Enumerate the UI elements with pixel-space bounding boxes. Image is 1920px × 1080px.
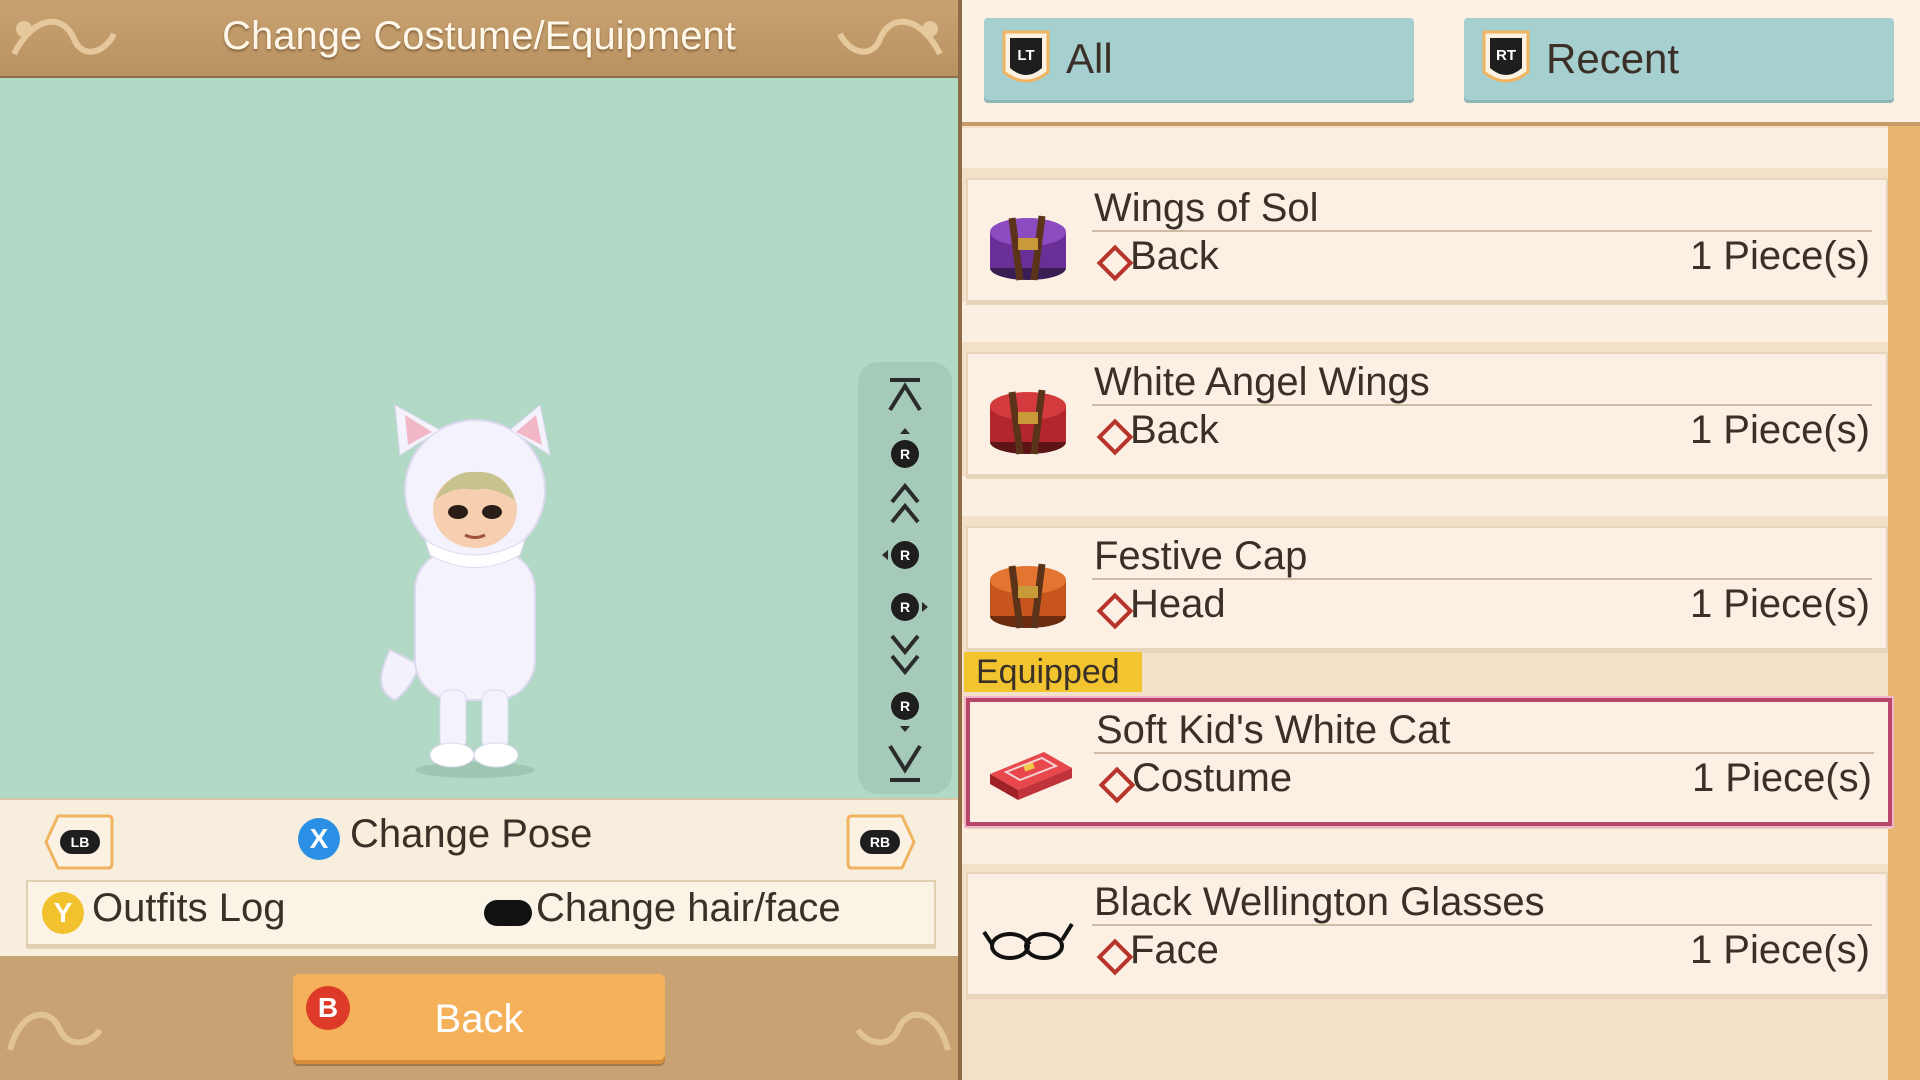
tab-recent[interactable]: RT Recent — [1464, 18, 1894, 100]
diamond-icon — [1098, 766, 1136, 804]
list-spacer — [962, 476, 1888, 516]
item-name: Festive Cap — [1094, 534, 1308, 578]
back-label: Back — [434, 997, 524, 1041]
scrollbar[interactable] — [1888, 126, 1920, 1080]
svg-text:R: R — [900, 599, 910, 615]
diamond-icon — [1096, 938, 1134, 976]
item-category: Back — [1130, 408, 1219, 452]
svg-text:R: R — [900, 547, 910, 563]
list-item-selected[interactable]: Soft Kid's White Cat Costume 1 Piece(s) — [966, 698, 1892, 826]
camera-r-up-icon[interactable]: R — [876, 428, 934, 474]
camera-r-right-icon[interactable]: R — [876, 584, 934, 630]
item-quantity: 1 Piece(s) — [1689, 582, 1870, 626]
divider — [1092, 924, 1872, 926]
item-quantity: 1 Piece(s) — [1689, 408, 1870, 452]
list-spacer — [962, 302, 1888, 342]
item-name: Wings of Sol — [1094, 186, 1319, 230]
rb-button[interactable]: RB — [846, 814, 916, 870]
ornament-icon — [855, 1011, 951, 1051]
camera-bottom-icon[interactable] — [876, 740, 934, 786]
camera-r-down-icon[interactable]: R — [876, 686, 934, 732]
tab-all-label: All — [1066, 35, 1113, 82]
ornament-icon — [7, 1011, 103, 1051]
item-category: Costume — [1132, 756, 1293, 800]
list-item[interactable]: Black Wellington Glasses Face 1 Piece(s) — [966, 872, 1888, 996]
y-button-icon: Y — [42, 892, 84, 934]
divider — [1092, 230, 1872, 232]
outfits-log-label[interactable]: Outfits Log — [92, 886, 285, 931]
equipped-badge: Equipped — [964, 652, 1142, 692]
red-box-icon — [990, 389, 1066, 455]
divider — [1092, 578, 1872, 580]
camera-zoom-out-icon[interactable] — [876, 632, 934, 678]
character-avatar — [380, 404, 551, 778]
change-hair-face-label[interactable]: Change hair/face — [536, 886, 841, 931]
svg-text:R: R — [900, 446, 910, 462]
lt-trigger-icon: LT — [1002, 30, 1050, 83]
item-name: Black Wellington Glasses — [1094, 880, 1545, 924]
purple-box-icon — [990, 215, 1066, 281]
list-spacer — [962, 128, 1888, 168]
divider — [1094, 752, 1874, 754]
x-button-icon: X — [298, 818, 340, 860]
item-quantity: 1 Piece(s) — [1689, 928, 1870, 972]
list-spacer — [962, 824, 1888, 864]
lb-button[interactable]: LB — [44, 814, 114, 870]
item-category: Face — [1130, 928, 1219, 972]
svg-text:R: R — [900, 698, 910, 714]
item-quantity: 1 Piece(s) — [1691, 756, 1872, 800]
lt-label: LT — [1017, 47, 1034, 64]
item-category: Head — [1130, 582, 1226, 626]
diamond-icon — [1096, 592, 1134, 630]
costume-case-icon — [990, 752, 1072, 800]
rb-label: RB — [870, 834, 890, 850]
item-quantity: 1 Piece(s) — [1689, 234, 1870, 278]
rt-label: RT — [1496, 47, 1516, 64]
glasses-icon — [982, 922, 1074, 960]
stick-icon — [484, 900, 532, 926]
diamond-icon — [1096, 418, 1134, 456]
tab-recent-label: Recent — [1546, 35, 1680, 82]
rt-trigger-icon: RT — [1482, 30, 1530, 83]
list-item[interactable]: Festive Cap Head 1 Piece(s) — [966, 526, 1888, 650]
orange-box-icon — [990, 563, 1066, 629]
page-title: Change Costume/Equipment — [222, 14, 736, 58]
change-pose-label[interactable]: Change Pose — [350, 812, 592, 857]
divider — [1092, 404, 1872, 406]
item-name: White Angel Wings — [1094, 360, 1430, 404]
camera-r-left-icon[interactable]: R — [876, 532, 934, 578]
list-item[interactable]: Wings of Sol Back 1 Piece(s) — [966, 178, 1888, 302]
diamond-icon — [1096, 244, 1134, 282]
item-category: Back — [1130, 234, 1219, 278]
list-item[interactable]: White Angel Wings Back 1 Piece(s) — [966, 352, 1888, 476]
camera-top-icon[interactable] — [876, 374, 934, 420]
item-name: Soft Kid's White Cat — [1096, 708, 1451, 752]
camera-zoom-in-icon[interactable] — [876, 480, 934, 526]
tab-all[interactable]: LT All — [984, 18, 1414, 100]
lb-label: LB — [71, 834, 90, 850]
